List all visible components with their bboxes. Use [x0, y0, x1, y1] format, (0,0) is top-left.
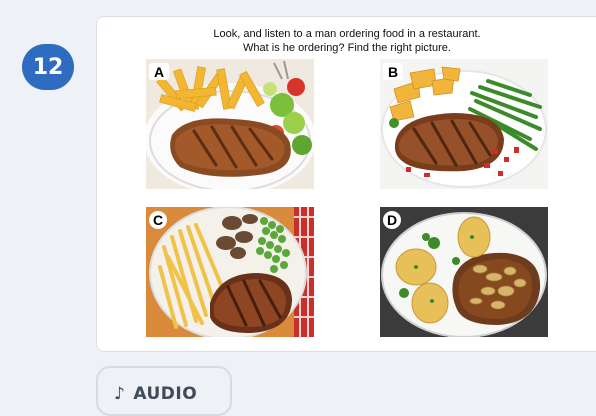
option-b-picture[interactable]: B: [380, 59, 548, 189]
steak-potatoes-onions-image: [380, 207, 548, 337]
option-a-letter: A: [149, 63, 169, 80]
option-a-picture[interactable]: A: [146, 59, 314, 189]
audio-button-label: AUDIO: [133, 384, 198, 404]
instruction-line-2: What is he ordering? Find the right pict…: [243, 42, 451, 54]
question-number-badge: 12: [22, 44, 74, 90]
question-card: Look, and listen to a man ordering food …: [96, 16, 596, 352]
question-instruction: Look, and listen to a man ordering food …: [97, 27, 596, 55]
option-b-letter: B: [383, 63, 403, 80]
option-c-picture[interactable]: C: [146, 207, 314, 337]
instruction-line-1: Look, and listen to a man ordering food …: [213, 28, 481, 40]
option-d-picture[interactable]: D: [380, 207, 548, 337]
option-d-letter: D: [383, 211, 401, 229]
steak-fries-mushrooms-peas-image: [146, 207, 314, 337]
option-c-letter: C: [149, 211, 167, 229]
steak-fries-salad-image: [146, 59, 314, 189]
audio-button[interactable]: ♪ AUDIO: [96, 366, 232, 416]
music-note-icon: ♪: [114, 384, 126, 404]
steak-potatoes-beans-image: [380, 59, 548, 189]
